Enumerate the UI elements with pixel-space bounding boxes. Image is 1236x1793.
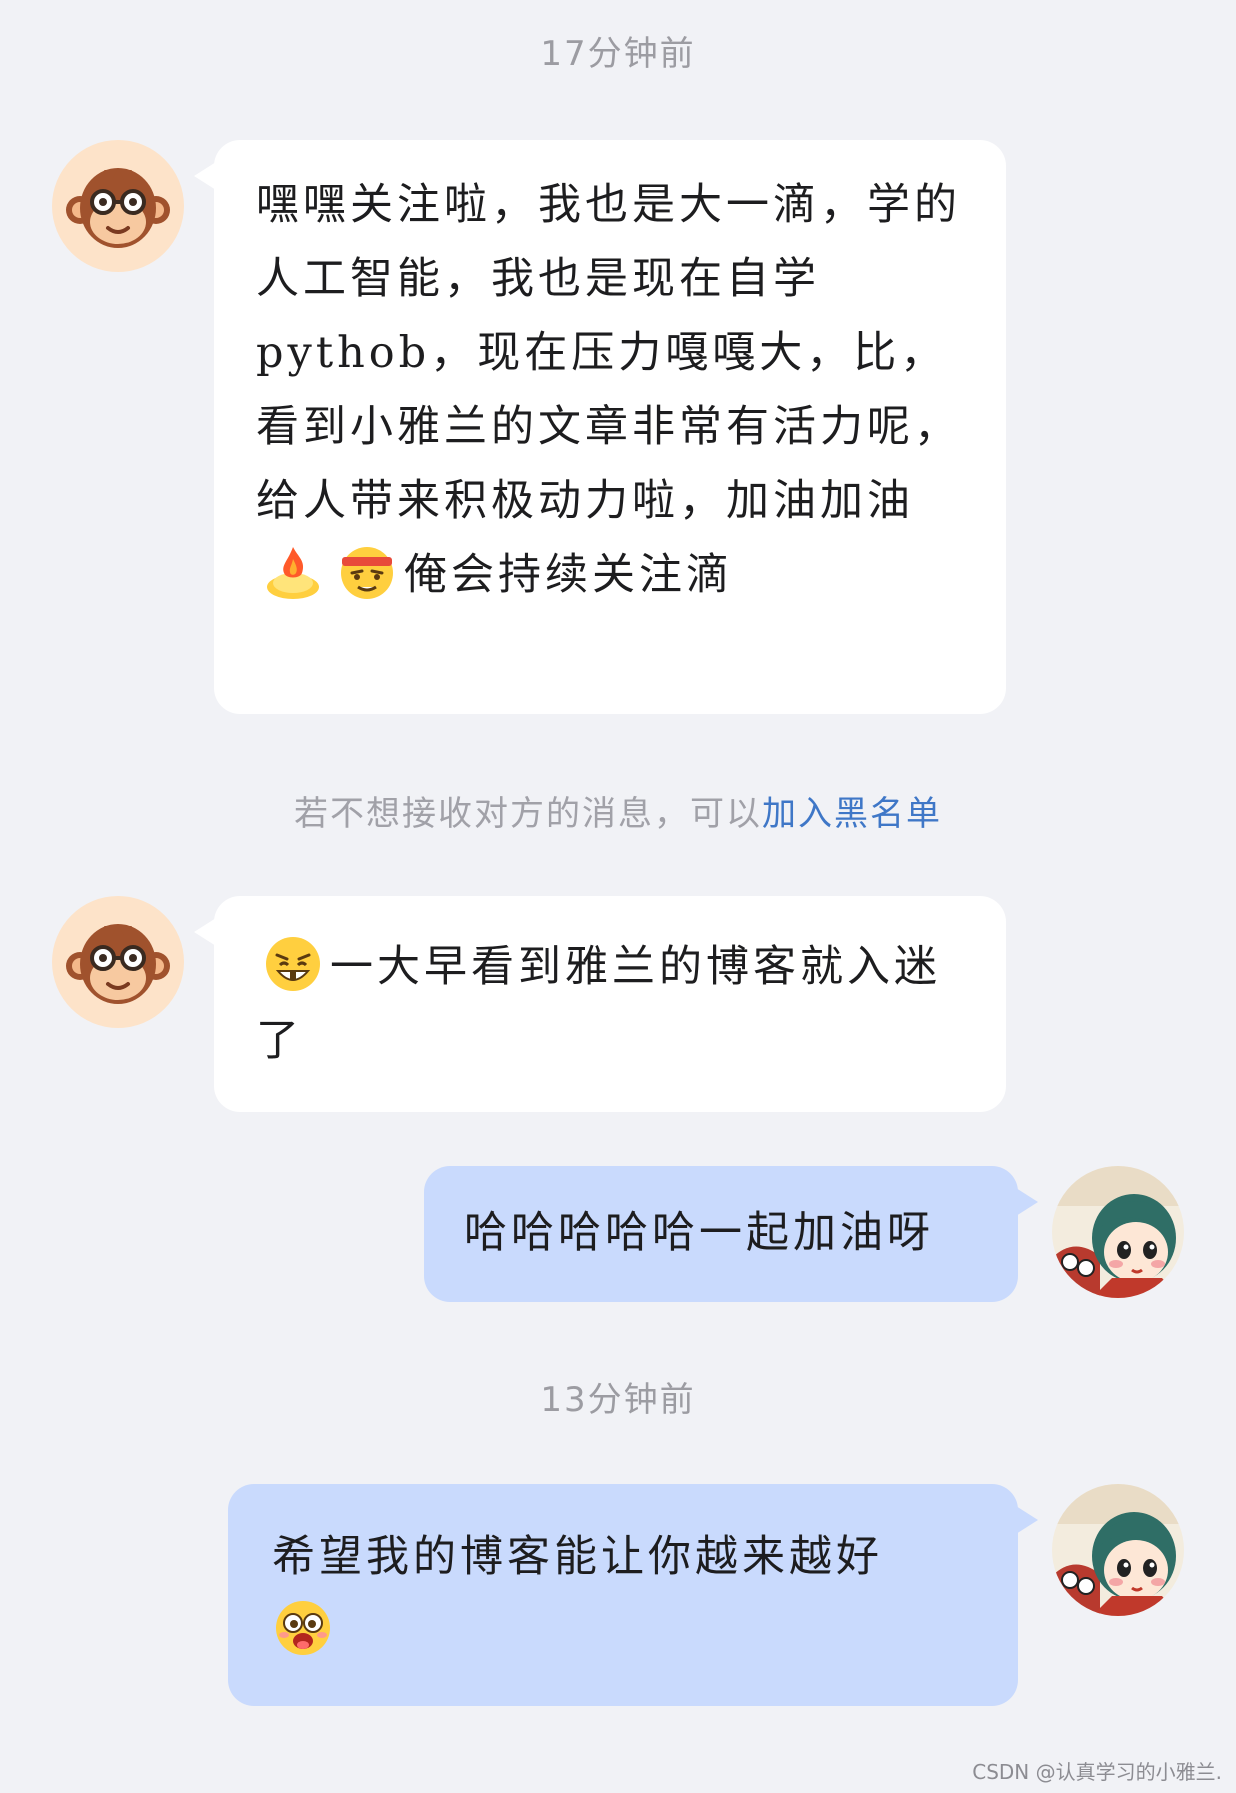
bubble-tail bbox=[194, 918, 216, 946]
message-bubble[interactable]: 嘿嘿关注啦，我也是大一滴，学的人工智能，我也是现在自学pythob，现在压力嘎嘎… bbox=[194, 140, 1006, 714]
message-text: 嘿嘿关注啦，我也是大一滴，学的人工智能，我也是现在自学pythob，现在压力嘎嘎… bbox=[256, 180, 961, 526]
girl-avatar-icon bbox=[1052, 1484, 1184, 1616]
message-text: 哈哈哈哈哈一起加油呀 bbox=[464, 1208, 934, 1258]
bubble-tail bbox=[1016, 1506, 1038, 1534]
contact-avatar[interactable] bbox=[52, 140, 184, 272]
watermark: CSDN @认真学习的小雅兰. bbox=[972, 1760, 1222, 1784]
contact-avatar[interactable] bbox=[52, 896, 184, 1028]
message-bubble[interactable]: 一大早看到雅兰的博客就入迷了 bbox=[194, 896, 1006, 1112]
message-text: 一大早看到雅兰的博客就入迷了 bbox=[256, 942, 941, 1066]
bubble-tail bbox=[194, 162, 216, 190]
fire-emoji-icon bbox=[262, 541, 324, 603]
message-text: 希望我的博客能让你越来越好 bbox=[272, 1532, 883, 1582]
block-tip: 若不想接收对方的消息，可以加入黑名单 bbox=[0, 786, 1236, 835]
block-tip-text: 若不想接收对方的消息，可以 bbox=[294, 794, 762, 834]
bubble-tail bbox=[1016, 1188, 1038, 1216]
excited-face-emoji-icon bbox=[272, 1597, 334, 1659]
timestamp: 13分钟前 bbox=[540, 1380, 696, 1420]
monkey-avatar-icon bbox=[52, 140, 184, 272]
my-avatar[interactable] bbox=[1052, 1166, 1184, 1298]
girl-avatar-icon bbox=[1052, 1166, 1184, 1298]
determined-face-emoji-icon bbox=[336, 541, 398, 603]
grinning-face-emoji-icon bbox=[262, 933, 324, 995]
message-bubble[interactable]: 哈哈哈哈哈一起加油呀 bbox=[424, 1166, 1038, 1302]
add-to-blacklist-link[interactable]: 加入黑名单 bbox=[762, 794, 942, 834]
my-avatar[interactable] bbox=[1052, 1484, 1184, 1616]
timestamp: 17分钟前 bbox=[540, 34, 696, 74]
message-bubble[interactable]: 希望我的博客能让你越来越好 bbox=[228, 1484, 1038, 1706]
message-text: 俺会持续关注滴 bbox=[404, 550, 733, 600]
monkey-avatar-icon bbox=[52, 896, 184, 1028]
